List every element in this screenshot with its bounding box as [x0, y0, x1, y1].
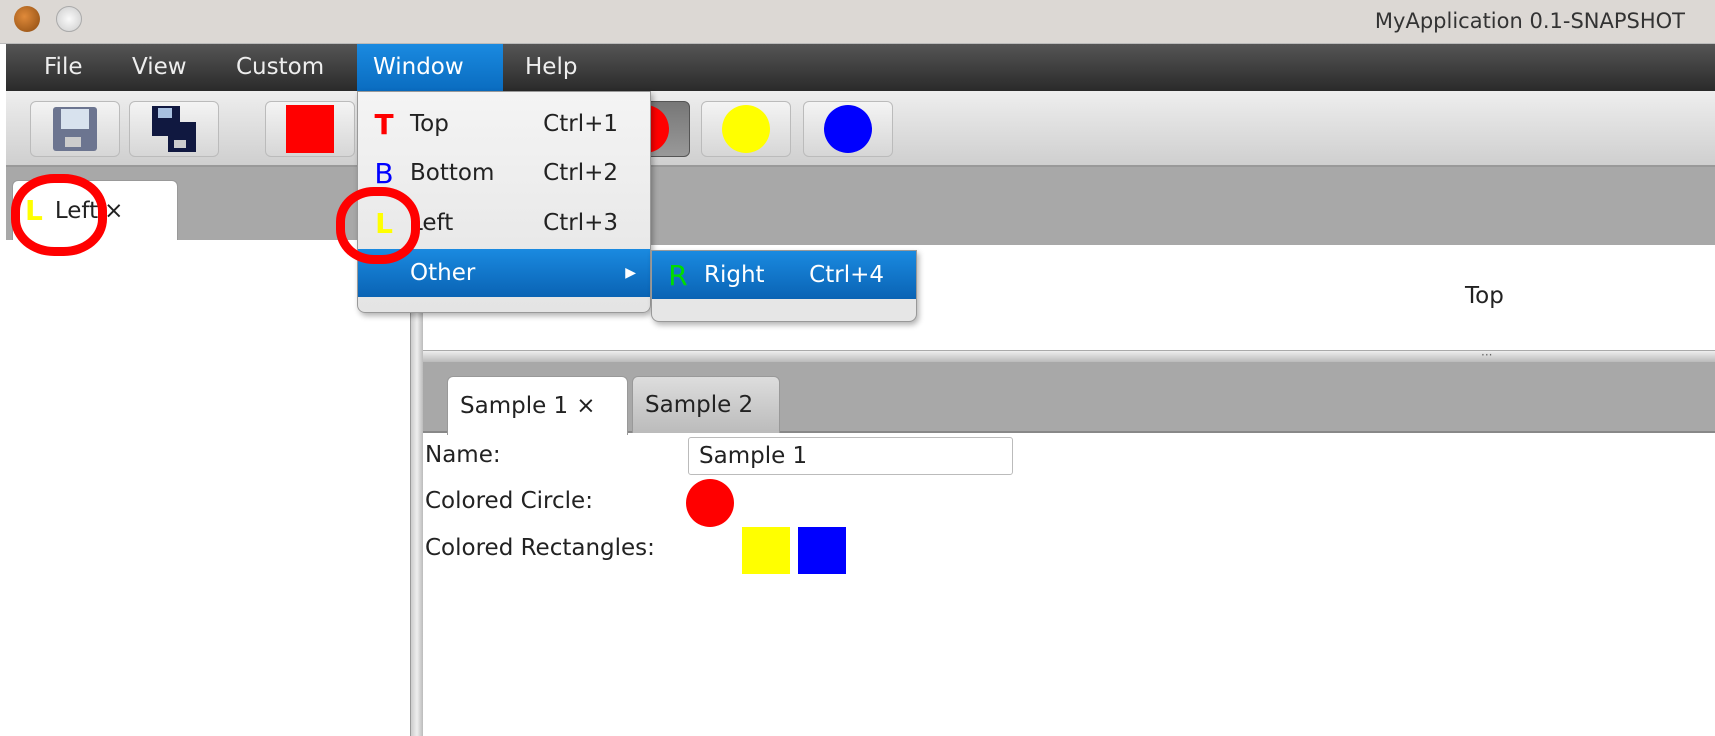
yellow-circle-button[interactable] — [701, 101, 791, 157]
menu-item-bottom[interactable]: B Bottom Ctrl+2 — [358, 149, 650, 197]
menu-help[interactable]: Help — [509, 44, 593, 91]
other-submenu: R Right Ctrl+4 — [651, 250, 917, 322]
colored-circle — [686, 479, 734, 527]
annotation-circle — [11, 174, 107, 256]
menu-item-label: Other — [410, 260, 476, 286]
floppy-save-icon — [53, 107, 97, 151]
bottom-icon: B — [374, 156, 394, 190]
shortcut: Ctrl+1 — [543, 111, 618, 137]
red-square-button[interactable] — [265, 101, 355, 157]
annotation-circle — [336, 187, 420, 264]
toolbar — [6, 91, 1715, 167]
close-tab-icon[interactable]: × — [104, 198, 123, 224]
name-label: Name: — [425, 442, 501, 468]
menu-item-top[interactable]: T Top Ctrl+1 — [358, 100, 650, 148]
floppy-save-all-icon — [152, 106, 196, 152]
shortcut: Ctrl+3 — [543, 210, 618, 236]
close-window-icon[interactable] — [14, 6, 40, 32]
name-input[interactable] — [688, 437, 1013, 475]
colored-circle-label: Colored Circle: — [425, 488, 593, 514]
menu-bar: File View Custom Window Help — [6, 44, 1715, 91]
colored-rectangles-label: Colored Rectangles: — [425, 535, 655, 561]
menu-item-label: Bottom — [410, 160, 495, 186]
tab-sample-2[interactable]: Sample 2 — [632, 376, 780, 433]
window-title: MyApplication 0.1-SNAPSHOT — [1374, 9, 1685, 33]
menu-item-label: Top — [410, 111, 449, 137]
save-button[interactable] — [30, 101, 120, 157]
save-all-button[interactable] — [129, 101, 219, 157]
submenu-arrow-icon: ▶ — [625, 265, 636, 281]
yellow-rectangle — [742, 527, 790, 574]
blue-circle-icon — [824, 105, 872, 153]
yellow-circle-icon — [722, 105, 770, 153]
top-panel-label: Top — [1465, 283, 1504, 309]
menu-custom[interactable]: Custom — [220, 44, 340, 91]
title-bar: MyApplication 0.1-SNAPSHOT — [0, 0, 1715, 44]
red-square-icon — [286, 105, 334, 153]
menu-item-right[interactable]: R Right Ctrl+4 — [652, 251, 916, 299]
top-icon: T — [374, 107, 394, 141]
minimize-window-icon[interactable] — [56, 6, 82, 32]
tab-sample-1[interactable]: Sample 1 × — [447, 376, 628, 435]
menu-view[interactable]: View — [116, 44, 203, 91]
menu-window[interactable]: Window — [357, 44, 503, 91]
blue-rectangle — [798, 527, 846, 574]
close-tab-icon[interactable]: × — [576, 393, 595, 419]
blue-circle-button[interactable] — [803, 101, 893, 157]
right-icon: R — [668, 258, 688, 292]
tab-label: Sample 2 — [645, 392, 754, 418]
shortcut: Ctrl+2 — [543, 160, 618, 186]
menu-item-label: Right — [704, 262, 765, 288]
menu-file[interactable]: File — [28, 44, 99, 91]
tab-label: Sample 1 — [460, 393, 569, 419]
shortcut: Ctrl+4 — [809, 262, 884, 288]
horizontal-splitter[interactable] — [423, 350, 1715, 362]
splitter-grip-icon[interactable]: ··· — [1481, 348, 1492, 362]
